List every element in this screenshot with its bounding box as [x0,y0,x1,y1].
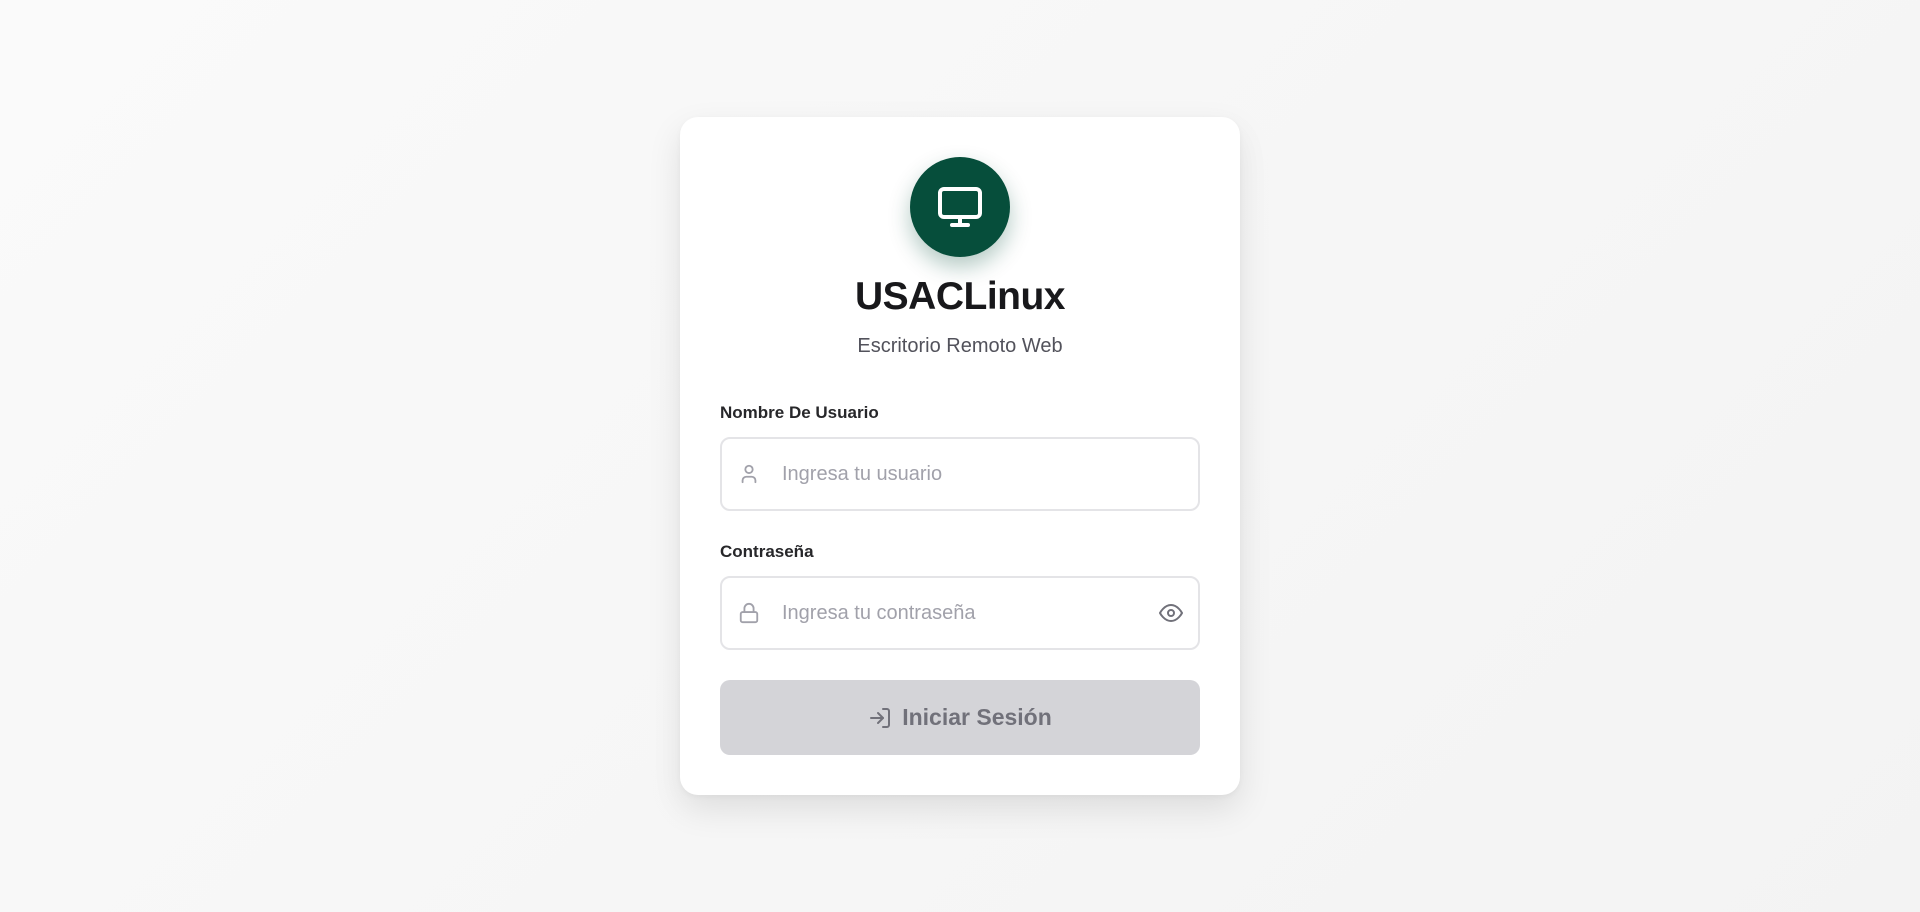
username-field[interactable] [720,437,1200,511]
app-title: USACLinux [855,275,1066,318]
user-icon [737,462,761,486]
username-input[interactable] [782,454,1198,494]
password-label: Contraseña [720,542,814,561]
password-field[interactable] [720,576,1200,650]
login-button[interactable]: Iniciar Sesión [720,680,1200,755]
login-card: USACLinux Escritorio Remoto Web Nombre D… [680,117,1240,795]
app-subtitle: Escritorio Remoto Web [857,335,1063,357]
eye-icon[interactable] [1158,600,1184,626]
lock-icon [737,601,761,625]
login-button-label: Iniciar Sesión [902,704,1052,730]
log-in-icon [870,707,891,728]
password-input[interactable] [782,593,1158,633]
username-label: Nombre De Usuario [720,403,879,422]
monitor-icon [938,187,982,227]
logo-badge [910,157,1010,257]
